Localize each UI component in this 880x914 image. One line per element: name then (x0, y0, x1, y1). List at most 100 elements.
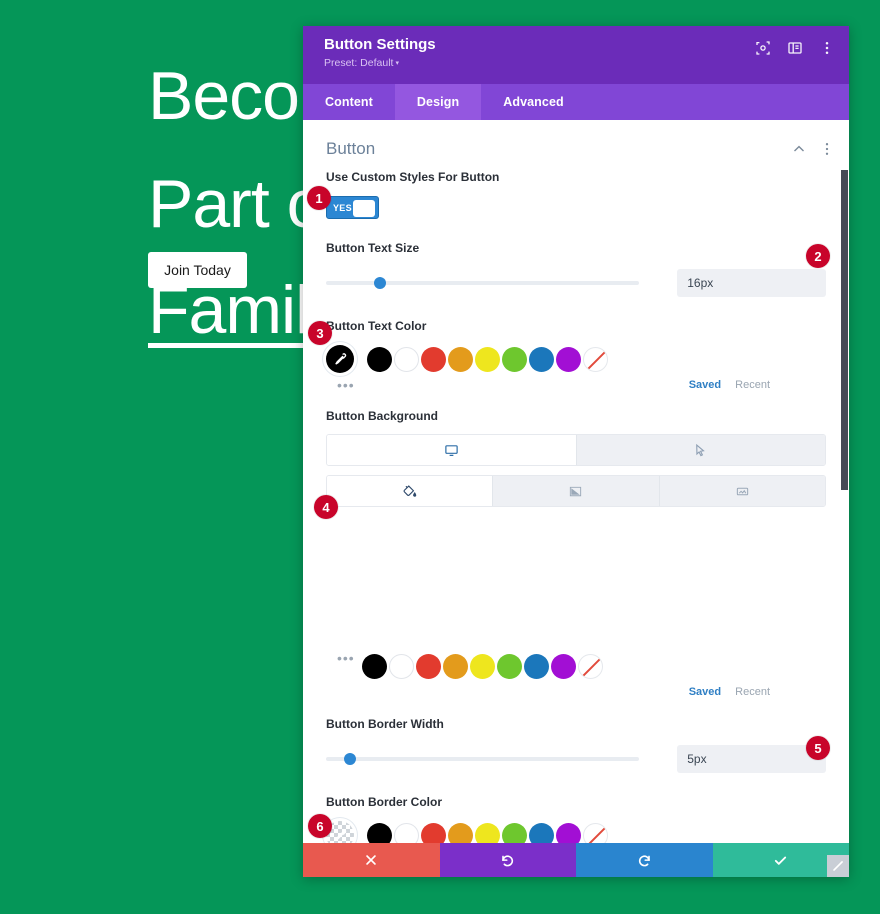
border-swatch-blue[interactable] (529, 822, 554, 843)
button-background-swatches (326, 651, 826, 681)
redo-button[interactable] (576, 843, 713, 877)
button-border-width-input[interactable]: 5px (677, 745, 826, 773)
cursor-pointer-icon (693, 443, 708, 458)
cancel-button[interactable] (303, 843, 440, 877)
paint-bucket-icon (402, 484, 417, 499)
swatch-black[interactable] (367, 346, 392, 372)
swatch-purple[interactable] (556, 346, 581, 372)
bg-saved-colors-tab[interactable]: Saved (689, 686, 721, 698)
use-custom-styles-label: Use Custom Styles For Button (326, 170, 500, 184)
tab-hover[interactable] (575, 435, 825, 465)
selected-color-swatch-eyedropper[interactable] (326, 345, 354, 373)
tab-background-gradient[interactable] (492, 476, 659, 506)
border-swatch-white[interactable] (394, 822, 419, 843)
swatch-green[interactable] (502, 346, 527, 372)
button-border-width-slider[interactable] (326, 750, 640, 768)
button-settings-modal: Button Settings Preset: Default ▾ Content… (303, 26, 849, 877)
border-swatch-black[interactable] (367, 822, 392, 843)
tab-desktop[interactable] (327, 435, 576, 465)
tab-content[interactable]: Content (303, 84, 395, 120)
callout-marker-5: 5 (806, 736, 830, 760)
color-picker-canvas[interactable] (303, 507, 849, 647)
chevron-up-icon[interactable] (791, 141, 807, 157)
recent-colors-tab[interactable]: Recent (735, 379, 770, 391)
slider-handle[interactable] (374, 277, 387, 289)
bg-swatch-red[interactable] (416, 653, 441, 679)
border-swatch-green[interactable] (502, 822, 527, 843)
modal-scrollbar-track[interactable] (840, 120, 849, 843)
preset-label: Preset: Default (324, 57, 394, 69)
callout-marker-1: 1 (307, 186, 331, 210)
button-text-color-label: Button Text Color (326, 319, 427, 333)
field-button-text-size: Button Text Size 16px (303, 241, 849, 297)
tab-advanced[interactable]: Advanced (481, 84, 586, 120)
slider-handle[interactable] (344, 753, 357, 765)
bg-swatch-blue[interactable] (524, 653, 549, 679)
border-swatch-red[interactable] (421, 822, 446, 843)
button-border-width-label: Button Border Width (326, 717, 444, 731)
swatch-white[interactable] (394, 346, 419, 372)
swatch-yellow[interactable] (475, 346, 500, 372)
section-more-vertical-icon[interactable] (819, 141, 835, 157)
slider-track (326, 281, 640, 285)
bg-swatch-white[interactable] (389, 653, 414, 679)
undo-button[interactable] (439, 843, 576, 877)
button-text-size-label: Button Text Size (326, 241, 420, 255)
field-button-background: Button Background (303, 409, 849, 423)
checkmark-icon (773, 853, 788, 868)
callout-marker-6: 6 (308, 814, 332, 838)
border-swatch-orange[interactable] (448, 822, 473, 843)
image-icon (735, 484, 750, 499)
bg-swatch-yellow[interactable] (470, 653, 495, 679)
button-text-color-swatches (326, 344, 826, 374)
saved-colors-tab[interactable]: Saved (689, 379, 721, 391)
border-swatch-no-color[interactable] (583, 822, 608, 843)
callout-marker-2: 2 (806, 244, 830, 268)
button-border-color-label: Button Border Color (326, 795, 442, 809)
desktop-monitor-icon (444, 443, 459, 458)
swatch-orange[interactable] (448, 346, 473, 372)
undo-icon (500, 853, 515, 868)
field-button-border-width: Button Border Width 5px (303, 717, 849, 773)
join-today-button[interactable]: Join Today (148, 252, 247, 288)
section-title: Button (326, 139, 376, 158)
modal-tabs: Content Design Advanced (303, 84, 849, 120)
field-use-custom-styles: Use Custom Styles For Button YES (303, 170, 849, 219)
button-background-label: Button Background (326, 409, 438, 423)
swatch-red[interactable] (421, 346, 446, 372)
gradient-icon (568, 484, 583, 499)
background-device-tabs (326, 434, 826, 466)
toggle-knob (353, 199, 375, 217)
modal-header-actions (755, 40, 835, 56)
border-swatch-purple[interactable] (556, 822, 581, 843)
button-text-size-slider[interactable] (326, 274, 640, 292)
button-background-swatch-group: ••• Saved Recent (303, 649, 849, 701)
bg-swatch-purple[interactable] (551, 653, 576, 679)
modal-scrollbar-thumb[interactable] (841, 170, 848, 490)
modal-header: Button Settings Preset: Default ▾ (303, 26, 849, 84)
swatch-no-color[interactable] (583, 346, 608, 372)
panel-layout-icon[interactable] (787, 40, 803, 56)
bg-swatch-orange[interactable] (443, 653, 468, 679)
preset-selector[interactable]: Preset: Default ▾ (324, 57, 833, 71)
tab-background-color[interactable] (327, 476, 493, 506)
bg-swatch-black[interactable] (362, 653, 387, 679)
more-vertical-icon[interactable] (819, 40, 835, 56)
tab-background-image[interactable] (658, 476, 825, 506)
focus-target-icon[interactable] (755, 40, 771, 56)
border-swatch-yellow[interactable] (475, 822, 500, 843)
field-button-border-color: Button Border Color (303, 795, 849, 843)
resize-handle[interactable] (827, 855, 849, 877)
more-colors-ellipsis[interactable]: ••• (326, 377, 376, 393)
close-x-icon (364, 853, 378, 867)
use-custom-styles-toggle[interactable]: YES (326, 196, 379, 219)
tab-design[interactable]: Design (394, 84, 482, 120)
background-type-tabs (326, 475, 826, 507)
swatch-blue[interactable] (529, 346, 554, 372)
bg-swatch-green[interactable] (497, 653, 522, 679)
section-header-button: Button (303, 120, 849, 162)
bg-swatch-no-color[interactable] (578, 653, 603, 679)
bg-recent-colors-tab[interactable]: Recent (735, 686, 770, 698)
button-text-size-input[interactable]: 16px (677, 269, 826, 297)
modal-body: Button Use Custom Styles For Button YES … (303, 120, 849, 843)
